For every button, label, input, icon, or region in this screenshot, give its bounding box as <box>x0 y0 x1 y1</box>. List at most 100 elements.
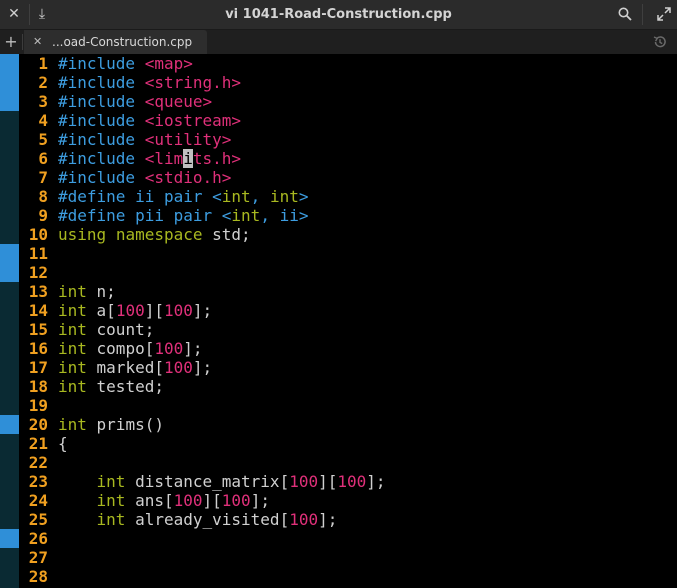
code-token: int <box>96 491 126 510</box>
text-cursor: i <box>183 149 193 168</box>
code-line: 2 #include <string.h> <box>24 73 674 92</box>
gutter-change-mark <box>0 244 19 282</box>
code-token: 100 <box>163 301 193 320</box>
line-number: 2 <box>38 73 48 92</box>
titlebar-divider <box>642 4 643 25</box>
code-line: 7 #include <stdio.h> <box>24 168 674 187</box>
code-token: #include <box>58 168 145 187</box>
new-tab-button[interactable]: + <box>4 30 18 54</box>
code-token: int <box>221 187 251 206</box>
code-line: 22 <box>24 453 674 472</box>
code-token: already_visited[ <box>125 510 290 529</box>
line-number: 13 <box>28 282 48 301</box>
code-line: 3 #include <queue> <box>24 92 674 111</box>
code-line: 28 <box>24 567 674 586</box>
code-token: #define ii pair <box>58 187 213 206</box>
code-token: 100 <box>154 339 184 358</box>
code-token: <queue> <box>144 92 213 111</box>
code-token: ts.h> <box>192 149 242 168</box>
code-token: 100 <box>163 358 193 377</box>
code-line: 23 int distance_matrix[100][100]; <box>24 472 674 491</box>
gutter-change-mark <box>0 54 19 111</box>
code-token: < <box>221 206 232 225</box>
code-line: 24 int ans[100][100]; <box>24 491 674 510</box>
code-token: int <box>58 339 87 358</box>
tab-label: ...oad-Construction.cpp <box>52 35 193 49</box>
line-number: 9 <box>38 206 48 225</box>
code-token: int <box>96 472 126 491</box>
line-number: 10 <box>28 225 48 244</box>
tab-close-icon[interactable]: ✕ <box>33 30 42 54</box>
line-number: 8 <box>38 187 48 206</box>
code-token: 100 <box>337 472 367 491</box>
code-token: <iostream> <box>144 111 242 130</box>
history-icon[interactable] <box>651 30 669 54</box>
line-number: 16 <box>28 339 48 358</box>
code-line: 21 { <box>24 434 674 453</box>
line-number: 7 <box>38 168 48 187</box>
code-editor[interactable]: 1 #include <map> 2 #include <string.h> 3 #inc… <box>24 54 674 586</box>
tab-road-construction[interactable]: ✕ ...oad-Construction.cpp <box>24 30 207 54</box>
code-token: ]; <box>250 491 270 510</box>
line-number: 15 <box>28 320 48 339</box>
line-number: 25 <box>28 510 48 529</box>
code-token: <stdio.h> <box>144 168 232 187</box>
line-number: 11 <box>28 244 48 263</box>
code-token: #include <box>58 149 145 168</box>
line-number: 12 <box>28 263 48 282</box>
code-token: 100 <box>221 491 251 510</box>
line-number: 21 <box>28 434 48 453</box>
code-token: count; <box>86 320 155 339</box>
search-icon[interactable] <box>614 0 636 29</box>
line-number: 5 <box>38 130 48 149</box>
code-token: <map> <box>144 54 193 73</box>
code-line: 9 #define pii pair <int, ii> <box>24 206 674 225</box>
code-token: compo[ <box>86 339 155 358</box>
tab-bar: + ✕ ...oad-Construction.cpp <box>0 30 677 54</box>
line-number: 18 <box>28 377 48 396</box>
tab-bar-divider <box>22 34 23 50</box>
code-token: 100 <box>289 510 319 529</box>
code-line: 6 #include <limits.h> <box>24 149 674 168</box>
code-token: n; <box>86 282 116 301</box>
code-token: ]; <box>192 301 213 320</box>
code-line: 12 <box>24 263 674 282</box>
code-line: 4 #include <iostream> <box>24 111 674 130</box>
code-token: #include <box>58 54 145 73</box>
code-token: int <box>58 282 87 301</box>
code-line: 25 int already_visited[100]; <box>24 510 674 529</box>
line-number: 23 <box>28 472 48 491</box>
window-titlebar: ✕ ⤓ vi 1041-Road-Construction.cpp <box>0 0 677 30</box>
line-number: 19 <box>28 396 48 415</box>
code-token: ]; <box>366 472 386 491</box>
code-token: a[ <box>86 301 116 320</box>
code-line: 8 #define ii pair <int, int> <box>24 187 674 206</box>
code-token: <lim <box>144 149 184 168</box>
code-token: ][ <box>144 301 164 320</box>
code-line: 11 <box>24 244 674 263</box>
line-number: 17 <box>28 358 48 377</box>
terminal-view[interactable]: 1 #include <map> 2 #include <string.h> 3 #inc… <box>0 54 677 588</box>
code-token: ]; <box>192 358 213 377</box>
code-line: 14 int a[100][100]; <box>24 301 674 320</box>
code-token: #include <box>58 92 145 111</box>
code-token: <utility> <box>144 130 232 149</box>
code-token: tested; <box>86 377 164 396</box>
code-token: #define pii pair <box>58 206 222 225</box>
code-token: ans[ <box>125 491 174 510</box>
line-number: 22 <box>28 453 48 472</box>
code-line: 16 int compo[100]; <box>24 339 674 358</box>
code-line: 19 <box>24 396 674 415</box>
code-line: 27 <box>24 548 674 567</box>
code-token: { <box>58 434 68 453</box>
code-token: > <box>298 187 309 206</box>
line-number: 3 <box>38 92 48 111</box>
line-number: 1 <box>38 54 48 73</box>
fullscreen-icon[interactable] <box>653 0 675 29</box>
gutter-change-mark <box>0 415 19 434</box>
code-line: 18 int tested; <box>24 377 674 396</box>
code-token: int <box>58 301 87 320</box>
